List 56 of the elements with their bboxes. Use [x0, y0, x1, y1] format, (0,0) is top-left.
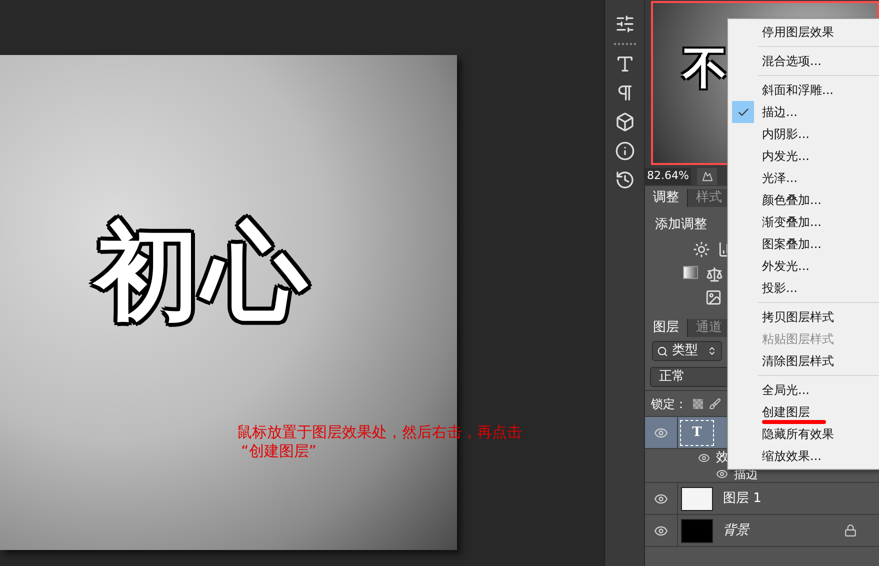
menu-item[interactable]: 描边... [728, 101, 879, 123]
layer-row[interactable]: 背景 [645, 515, 879, 547]
layer-thumbnail [681, 486, 713, 510]
eye-icon[interactable] [698, 452, 710, 464]
image-adjust-icon[interactable] [705, 289, 722, 306]
type-icon[interactable] [614, 54, 635, 74]
thumbnail-text: 不 [683, 43, 727, 94]
brightness-icon[interactable] [693, 241, 710, 258]
menu-item[interactable]: 拷贝图层样式 [728, 306, 879, 328]
annotation-underline [762, 420, 826, 424]
menu-item[interactable]: 外发光... [728, 255, 879, 277]
type-glyph: T [692, 424, 702, 442]
menu-item[interactable]: 投影... [728, 277, 879, 299]
lock-label: 锁定： [651, 396, 687, 412]
menu-item[interactable]: 隐藏所有效果 [728, 423, 879, 445]
layer-name: 背景 [723, 522, 749, 540]
panel-heading: 添加调整 [655, 217, 707, 232]
zoom-field[interactable]: 82.64% [645, 168, 691, 185]
menu-item[interactable]: 缩放效果... [728, 445, 879, 467]
brush-icon[interactable] [709, 398, 721, 410]
info-icon[interactable] [614, 141, 635, 161]
updown-icon [707, 346, 717, 356]
panel-tab[interactable]: 图层 [645, 319, 688, 337]
effects-label: 效 [716, 448, 729, 467]
eye-icon[interactable] [716, 468, 728, 480]
eye-icon[interactable] [654, 524, 668, 538]
document-text: 初心 [95, 220, 311, 324]
filter-dropdown[interactable]: 类型 [652, 341, 722, 361]
menu-item[interactable]: 内发光... [728, 145, 879, 167]
check-mark [732, 101, 754, 123]
panel-tab[interactable]: 调整 [645, 189, 688, 207]
balance-icon[interactable] [706, 266, 723, 283]
mountain-icon [702, 171, 712, 182]
menu-item[interactable]: 斜面和浮雕... [728, 79, 879, 101]
layer-thumbnail [681, 518, 713, 542]
menu-item[interactable]: 清除图层样式 [728, 350, 879, 372]
history-icon[interactable] [614, 170, 635, 190]
layer-name: 图层 1 [723, 490, 762, 508]
layer-row[interactable]: 图层 1 [645, 483, 879, 515]
menu-item[interactable]: 图案叠加... [728, 233, 879, 255]
search-icon [657, 346, 668, 356]
menu-item[interactable]: 创建图层 [728, 401, 879, 423]
eye-icon[interactable] [654, 426, 668, 440]
cube-icon[interactable] [614, 112, 635, 132]
menu-item[interactable]: 停用图层效果 [728, 21, 879, 43]
checker-icon[interactable] [693, 398, 703, 408]
gradient-icon[interactable] [683, 266, 698, 279]
zoom-out-button[interactable] [697, 168, 717, 185]
menu-item[interactable]: 内阴影... [728, 123, 879, 145]
menu-item[interactable]: 颜色叠加... [728, 189, 879, 211]
menu-item[interactable]: 光泽... [728, 167, 879, 189]
menu-item[interactable]: 全局光... [728, 379, 879, 401]
menu-item[interactable]: 渐变叠加... [728, 211, 879, 233]
eye-icon[interactable] [654, 492, 668, 506]
sliders-icon[interactable] [614, 14, 635, 34]
menu-item[interactable]: 混合选项... [728, 50, 879, 72]
